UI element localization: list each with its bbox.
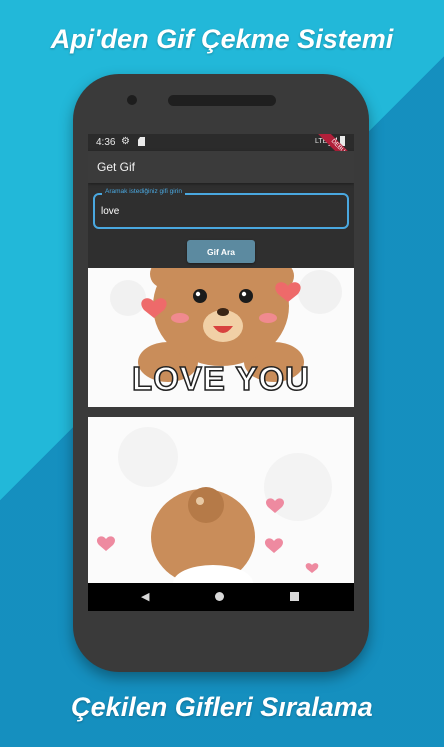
sd-card-icon	[138, 137, 145, 146]
android-nav-bar: ◀	[88, 583, 354, 611]
status-time: 4:36	[96, 137, 116, 148]
bear-hug-gif-image	[88, 417, 354, 591]
search-field-label: Aramak istediğiniz gifi girin	[102, 188, 185, 195]
home-icon[interactable]	[215, 592, 224, 601]
search-field[interactable]: Aramak istediğiniz gifi girin	[93, 188, 349, 229]
search-input[interactable]	[101, 204, 337, 218]
promo-title-bottom: Çekilen Gifleri Sıralama	[71, 692, 373, 722]
gif-result-item[interactable]: LOVE YOU	[88, 268, 354, 407]
promo-title-top: Api'den Gif Çekme Sistemi	[50, 24, 394, 54]
app-title: Get Gif	[97, 160, 136, 174]
app-bar: Get Gif	[88, 151, 354, 183]
phone-screen: 4:36 ⚙ LTE DEBUG Get Gif Aramak istediği…	[88, 134, 354, 611]
status-bar: 4:36 ⚙ LTE DEBUG	[88, 134, 354, 177]
recent-apps-icon[interactable]	[290, 592, 299, 601]
search-gif-button[interactable]: Gif Ara	[187, 240, 255, 263]
gif-result-item[interactable]	[88, 417, 354, 591]
earpiece-speaker	[168, 95, 276, 106]
list-divider	[88, 407, 354, 417]
gif-results-list[interactable]: LOVE YOU	[88, 268, 354, 591]
gif-caption: LOVE YOU	[131, 359, 310, 398]
gear-icon: ⚙	[121, 136, 130, 147]
back-icon[interactable]: ◀	[141, 590, 149, 603]
front-camera	[127, 95, 137, 105]
